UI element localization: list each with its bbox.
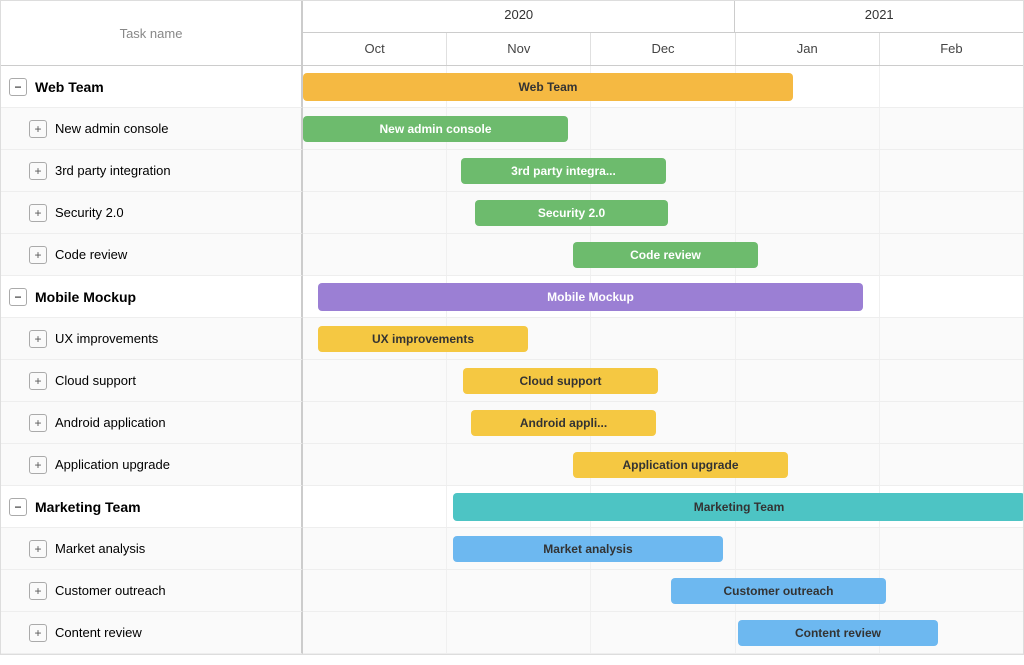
sub-task-cell: + Security 2.0: [1, 192, 303, 234]
gantt-bar[interactable]: Android appli...: [471, 410, 656, 436]
sub-chart-row: Security 2.0: [303, 192, 1023, 234]
year-2021: 2021: [735, 1, 1023, 32]
sub-toggle-btn[interactable]: +: [29, 120, 47, 138]
sub-chart-row: Code review: [303, 234, 1023, 276]
group-toggle-btn[interactable]: −: [9, 78, 27, 96]
task-name-label: Android application: [55, 415, 166, 430]
task-name-label: Mobile Mockup: [35, 289, 136, 305]
gantt-bar[interactable]: Mobile Mockup: [318, 283, 863, 311]
task-name-label: Web Team: [35, 79, 104, 95]
gantt-bar[interactable]: Code review: [573, 242, 758, 268]
sub-chart-row: Market analysis: [303, 528, 1023, 570]
task-name-label: Market analysis: [55, 541, 145, 556]
task-name-label: 3rd party integration: [55, 163, 171, 178]
month-nov: Nov: [447, 33, 591, 65]
sub-chart-row: Content review: [303, 612, 1023, 654]
task-header-label: Task name: [120, 26, 183, 41]
sub-toggle-btn[interactable]: +: [29, 624, 47, 642]
gantt-bar[interactable]: Security 2.0: [475, 200, 668, 226]
group-chart-row: Web Team: [303, 66, 1023, 108]
sub-task-cell: + New admin console: [1, 108, 303, 150]
task-name-label: Security 2.0: [55, 205, 124, 220]
sub-toggle-btn[interactable]: +: [29, 582, 47, 600]
task-name-label: Customer outreach: [55, 583, 166, 598]
sub-task-cell: +3rd party integration: [1, 150, 303, 192]
sub-chart-row: Android appli...: [303, 402, 1023, 444]
sub-toggle-btn[interactable]: +: [29, 414, 47, 432]
group-chart-row: Marketing Team: [303, 486, 1023, 528]
month-oct: Oct: [303, 33, 447, 65]
sub-task-cell: + Android application: [1, 402, 303, 444]
task-header: Task name: [1, 1, 303, 66]
gantt-bar[interactable]: 3rd party integra...: [461, 158, 666, 184]
sub-chart-row: UX improvements: [303, 318, 1023, 360]
sub-toggle-btn[interactable]: +: [29, 162, 47, 180]
sub-chart-row: Customer outreach: [303, 570, 1023, 612]
gantt-bar[interactable]: Cloud support: [463, 368, 658, 394]
sub-task-cell: + Code review: [1, 234, 303, 276]
sub-chart-row: Application upgrade: [303, 444, 1023, 486]
sub-toggle-btn[interactable]: +: [29, 246, 47, 264]
sub-chart-row: 3rd party integra...: [303, 150, 1023, 192]
group-task-cell: −Marketing Team: [1, 486, 303, 528]
task-name-label: Marketing Team: [35, 499, 141, 515]
sub-toggle-btn[interactable]: +: [29, 540, 47, 558]
gantt-bar[interactable]: Marketing Team: [453, 493, 1024, 521]
month-jan: Jan: [736, 33, 880, 65]
sub-chart-row: Cloud support: [303, 360, 1023, 402]
group-toggle-btn[interactable]: −: [9, 498, 27, 516]
gantt-bar[interactable]: UX improvements: [318, 326, 528, 352]
sub-toggle-btn[interactable]: +: [29, 330, 47, 348]
gantt-bar[interactable]: Application upgrade: [573, 452, 788, 478]
task-name-label: New admin console: [55, 121, 168, 136]
sub-toggle-btn[interactable]: +: [29, 456, 47, 474]
month-row: Oct Nov Dec Jan Feb: [303, 33, 1023, 66]
year-2020: 2020: [303, 1, 735, 32]
gantt-bar[interactable]: Web Team: [303, 73, 793, 101]
gantt-bar[interactable]: New admin console: [303, 116, 568, 142]
task-name-label: Content review: [55, 625, 142, 640]
month-dec: Dec: [591, 33, 735, 65]
task-name-label: Application upgrade: [55, 457, 170, 472]
group-task-cell: −Web Team: [1, 66, 303, 108]
sub-task-cell: + Application upgrade: [1, 444, 303, 486]
task-name-label: UX improvements: [55, 331, 158, 346]
gantt-bar[interactable]: Content review: [738, 620, 938, 646]
sub-task-cell: + UX improvements: [1, 318, 303, 360]
sub-task-cell: + Market analysis: [1, 528, 303, 570]
sub-task-cell: + Content review: [1, 612, 303, 654]
sub-chart-row: New admin console: [303, 108, 1023, 150]
sub-task-cell: + Cloud support: [1, 360, 303, 402]
year-row: 2020 2021: [303, 1, 1023, 33]
group-chart-row: Mobile Mockup: [303, 276, 1023, 318]
sub-toggle-btn[interactable]: +: [29, 372, 47, 390]
task-name-label: Code review: [55, 247, 127, 262]
gantt-bar[interactable]: Customer outreach: [671, 578, 886, 604]
group-task-cell: −Mobile Mockup: [1, 276, 303, 318]
sub-task-cell: + Customer outreach: [1, 570, 303, 612]
gantt-bar[interactable]: Market analysis: [453, 536, 723, 562]
group-toggle-btn[interactable]: −: [9, 288, 27, 306]
task-name-label: Cloud support: [55, 373, 136, 388]
sub-toggle-btn[interactable]: +: [29, 204, 47, 222]
month-feb: Feb: [880, 33, 1023, 65]
